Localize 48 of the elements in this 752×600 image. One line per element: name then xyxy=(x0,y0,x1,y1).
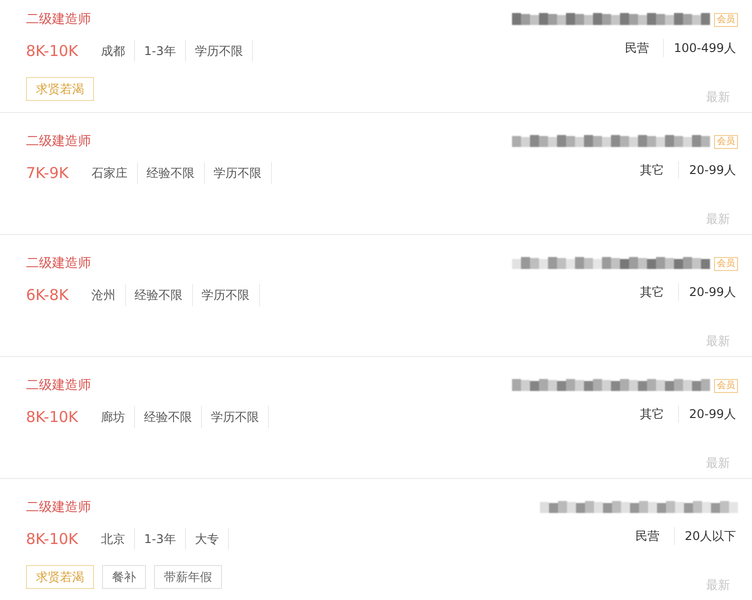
salary: 8K-10K xyxy=(26,40,78,62)
company-type: 民营 xyxy=(636,527,675,545)
requirement-text: 成都 xyxy=(92,40,136,62)
requirement-text: 经验不限 xyxy=(135,406,202,428)
requirement-text: 经验不限 xyxy=(126,284,193,306)
company-type: 其它 xyxy=(640,405,680,423)
company-size: 100-499人 xyxy=(672,40,737,57)
requirement-text: 沧州 xyxy=(82,284,126,306)
company-type: 民营 xyxy=(624,39,664,57)
company-type: 其它 xyxy=(640,283,680,301)
salary: 7K-9K xyxy=(26,162,69,184)
requirement-text: 廊坊 xyxy=(92,406,136,428)
salary: 8K-10K xyxy=(26,528,78,550)
member-badge: 会员 xyxy=(714,257,738,271)
salary: 8K-10K xyxy=(26,406,78,428)
job-tag: 带薪年假 xyxy=(154,565,222,589)
salary: 6K-8K xyxy=(26,284,69,306)
requirement-text: 学历不限 xyxy=(186,40,253,62)
freshness-label: 最新 xyxy=(706,455,731,472)
job-tag: 餐补 xyxy=(102,565,146,589)
freshness-label: 最新 xyxy=(706,89,731,106)
freshness-label: 最新 xyxy=(706,577,731,594)
requirement-text: 石家庄 xyxy=(82,162,138,184)
company-size: 20-99人 xyxy=(688,406,737,423)
requirement-text: 经验不限 xyxy=(138,162,205,184)
job-title[interactable]: 二级建造师 xyxy=(26,132,91,152)
requirement-text: 1-3年 xyxy=(135,528,186,550)
requirement-text: 学历不限 xyxy=(192,284,260,306)
requirement-text: 北京 xyxy=(92,528,136,550)
requirement-text: 学历不限 xyxy=(204,162,272,184)
job-title[interactable]: 二级建造师 xyxy=(26,10,91,30)
requirement-text: 1-3年 xyxy=(135,40,186,62)
job-tag: 求贤若渴 xyxy=(26,565,94,589)
member-badge: 会员 xyxy=(714,379,738,393)
member-badge: 会员 xyxy=(714,135,738,149)
company-size: 20-99人 xyxy=(688,284,737,301)
company-size: 20人以下 xyxy=(684,528,737,545)
freshness-label: 最新 xyxy=(706,211,731,228)
job-title[interactable]: 二级建造师 xyxy=(26,376,91,396)
requirement-text: 学历不限 xyxy=(202,406,270,428)
requirement-text: 大专 xyxy=(186,528,229,550)
member-badge: 会员 xyxy=(714,13,738,27)
job-tag: 求贤若渴 xyxy=(26,77,94,101)
company-type: 其它 xyxy=(640,161,680,179)
company-size: 20-99人 xyxy=(688,162,737,179)
job-title[interactable]: 二级建造师 xyxy=(26,254,91,274)
freshness-label: 最新 xyxy=(706,333,731,350)
job-title[interactable]: 二级建造师 xyxy=(26,498,91,518)
